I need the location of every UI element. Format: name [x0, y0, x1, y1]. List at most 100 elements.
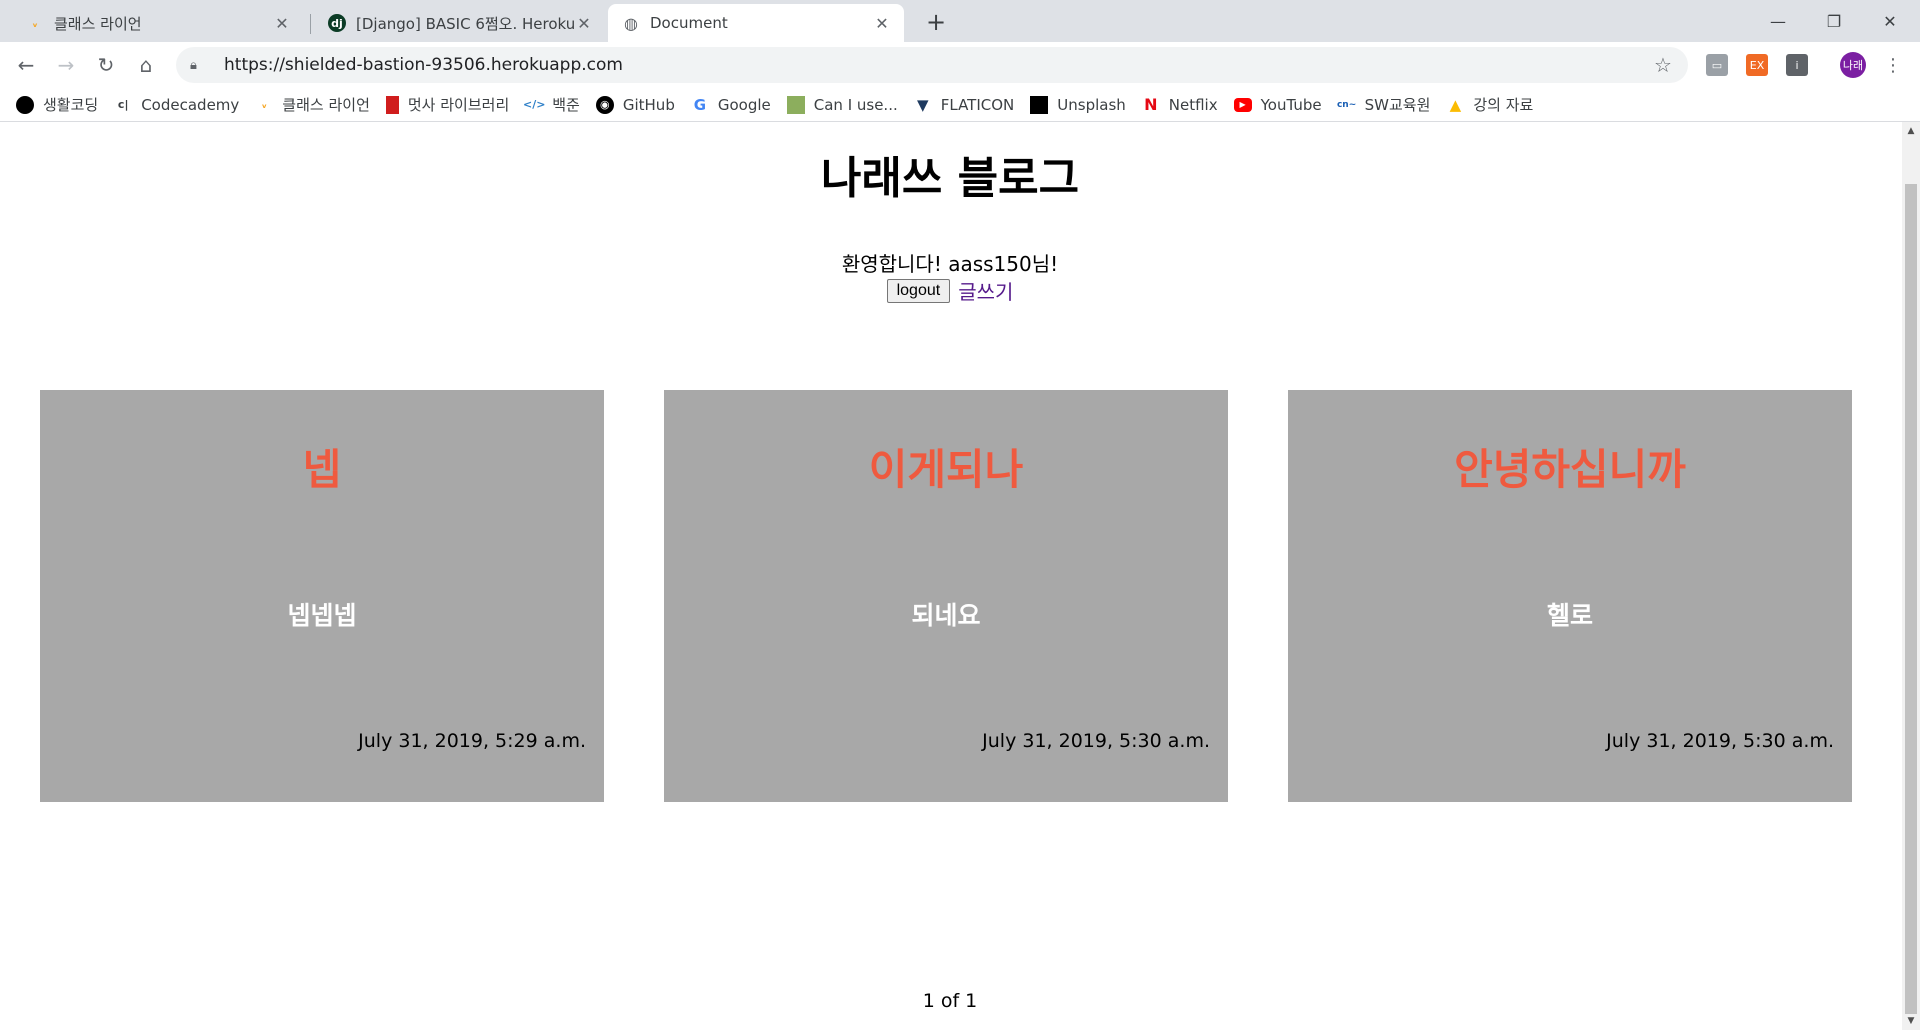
drive-icon: ▲	[1449, 95, 1462, 114]
bookmark-label: SW교육원	[1364, 96, 1431, 114]
tab-document[interactable]: ◍ Document ✕	[608, 4, 904, 42]
vertical-scrollbar[interactable]: ▲ ▼	[1902, 122, 1920, 1030]
tab-divider	[310, 14, 311, 34]
django-icon: dj	[328, 14, 346, 32]
post-date: July 31, 2019, 5:29 a.m.	[358, 730, 586, 752]
bookmark-label: 생활코딩	[43, 96, 99, 114]
bookmark-item[interactable]: c| Codecademy	[114, 96, 239, 114]
bookmark-item[interactable]: Unsplash	[1030, 95, 1126, 114]
bookmark-label: Codecademy	[141, 95, 240, 114]
bookmark-item[interactable]: G Google	[691, 96, 771, 114]
bookmark-label: Google	[717, 95, 771, 114]
bookmark-item[interactable]: ▶ YouTube	[1233, 95, 1322, 114]
url-text[interactable]: https://shielded-bastion-93506.herokuapp…	[224, 55, 1654, 75]
lion-icon: ᵥ	[261, 98, 268, 111]
google-icon: G	[693, 95, 706, 114]
bookmark-label: FLATICON	[940, 95, 1015, 114]
close-icon[interactable]: ✕	[576, 14, 592, 33]
minimize-button[interactable]: —	[1750, 0, 1806, 42]
pagination: 1 of 1	[922, 990, 978, 1012]
logout-button[interactable]: logout	[886, 278, 951, 303]
post-title[interactable]: 이게되나	[664, 436, 1228, 497]
tab-title: 클래스 라이언	[54, 14, 142, 33]
close-icon[interactable]: ✕	[274, 14, 290, 33]
bookmark-item[interactable]: cn~ SW교육원	[1336, 94, 1431, 115]
globe-icon: ◍	[624, 13, 638, 33]
back-button[interactable]: ←	[6, 45, 46, 85]
tab-title: [Django] BASIC 6쩜오. Heroku로	[356, 14, 576, 33]
github-icon: ◉	[595, 95, 614, 114]
caniuse-icon	[786, 95, 805, 114]
scroll-down-icon[interactable]: ▼	[1902, 1012, 1920, 1030]
bookmark-item[interactable]: 멋사 라이브러리	[385, 94, 510, 115]
bookmark-item[interactable]: N Netflix	[1142, 95, 1218, 114]
bookmark-star-icon[interactable]: ☆	[1654, 53, 1688, 77]
post-date: July 31, 2019, 5:30 a.m.	[1606, 730, 1834, 752]
red-book-icon	[385, 95, 399, 114]
code-bracket-icon: </>	[523, 98, 546, 111]
bookmark-label: 강의 자료	[1473, 96, 1534, 114]
post-title[interactable]: 안녕하십니까	[1288, 436, 1852, 497]
profile-label: 나래	[1842, 59, 1864, 72]
unsplash-icon	[1030, 95, 1049, 114]
bookmark-item[interactable]: ▲ 강의 자료	[1446, 94, 1534, 115]
bookmark-label: 멋사 라이브러리	[407, 96, 510, 114]
browser-toolbar: ← → ↻ ⌂ 🔒︎ https://shielded-bastion-9350…	[0, 42, 1920, 88]
post-body: 되네요	[911, 601, 981, 630]
user-actions: logout 글쓰기	[0, 276, 1900, 305]
browser-chrome: ᵥ 클래스 라이언 ✕ dj [Django] BASIC 6쩜오. Herok…	[0, 0, 1920, 122]
bookmark-label: Can I use...	[813, 95, 898, 114]
post-date: July 31, 2019, 5:30 a.m.	[982, 730, 1210, 752]
tab-django[interactable]: dj [Django] BASIC 6쩜오. Heroku로 ✕	[314, 4, 606, 42]
bookmark-item[interactable]: </> 백준	[523, 94, 580, 115]
bookmark-item[interactable]: Can I use...	[786, 95, 898, 114]
netflix-icon: N	[1144, 95, 1158, 114]
home-button[interactable]: ⌂	[126, 45, 166, 85]
bookmark-label: 클래스 라이언	[282, 96, 370, 114]
new-tab-button[interactable]: +	[922, 8, 950, 36]
restore-button[interactable]: ❐	[1806, 0, 1862, 42]
youtube-icon: ▶	[1233, 97, 1252, 112]
post-body: 헬로	[1546, 601, 1593, 630]
scroll-up-icon[interactable]: ▲	[1902, 122, 1920, 140]
codecademy-icon: c|	[117, 98, 129, 111]
post-list: 넵 넵넵넵 July 31, 2019, 5:29 a.m. 이게되나 되네요 …	[40, 390, 1852, 802]
close-window-button[interactable]: ✕	[1862, 0, 1918, 42]
menu-kebab-icon[interactable]: ⋮	[1882, 54, 1904, 76]
extension-info-icon[interactable]: i	[1786, 54, 1808, 76]
post-card[interactable]: 넵 넵넵넵 July 31, 2019, 5:29 a.m.	[40, 390, 604, 802]
lion-icon: ᵥ	[32, 16, 38, 30]
profile-avatar[interactable]: 나래	[1840, 52, 1866, 78]
flaticon-icon: ▼	[916, 95, 929, 114]
bookmarks-bar: 생활코딩 c| Codecademy ᵥ 클래스 라이언 멋사 라이브러리 </> 백…	[0, 88, 1920, 122]
post-title[interactable]: 넵	[40, 436, 604, 497]
bookmark-item[interactable]: ◉ GitHub	[595, 95, 675, 114]
tab-class-lion[interactable]: ᵥ 클래스 라이언 ✕	[12, 4, 304, 42]
extension-ex-icon[interactable]: EX	[1746, 54, 1768, 76]
bookmark-item[interactable]: ▼ FLATICON	[914, 95, 1015, 114]
bookmark-label: Unsplash	[1057, 95, 1126, 114]
bookmark-item[interactable]: 생활코딩	[16, 94, 98, 115]
welcome-message: 환영합니다! aass150님!	[841, 252, 1059, 276]
write-post-link[interactable]: 글쓰기	[958, 276, 1013, 305]
tab-title: Document	[650, 14, 728, 32]
post-card[interactable]: 안녕하십니까 헬로 July 31, 2019, 5:30 a.m.	[1288, 390, 1852, 802]
sw-icon: cn~	[1336, 99, 1357, 110]
address-bar[interactable]: 🔒︎ https://shielded-bastion-93506.heroku…	[176, 47, 1688, 83]
bookmark-label: YouTube	[1260, 95, 1322, 114]
cast-icon[interactable]: ▭	[1706, 54, 1728, 76]
reload-button[interactable]: ↻	[86, 45, 126, 85]
extension-ex-label: EX	[1749, 58, 1765, 72]
bookmark-item[interactable]: ᵥ 클래스 라이언	[255, 94, 370, 115]
black-circle-icon	[16, 95, 34, 114]
page-title: 나래쓰 블로그	[820, 153, 1080, 204]
page-content: 나래쓰 블로그 환영합니다! aass150님! logout 글쓰기 넵 넵넵…	[0, 122, 1920, 1030]
scrollbar-thumb[interactable]	[1905, 184, 1917, 1014]
bookmark-label: Netflix	[1168, 95, 1218, 114]
forward-button[interactable]: →	[46, 45, 86, 85]
post-card[interactable]: 이게되나 되네요 July 31, 2019, 5:30 a.m.	[664, 390, 1228, 802]
post-body: 넵넵넵	[287, 601, 357, 630]
close-icon[interactable]: ✕	[874, 14, 890, 33]
lock-icon[interactable]: 🔒︎	[190, 58, 210, 73]
bookmark-label: 백준	[552, 96, 580, 114]
